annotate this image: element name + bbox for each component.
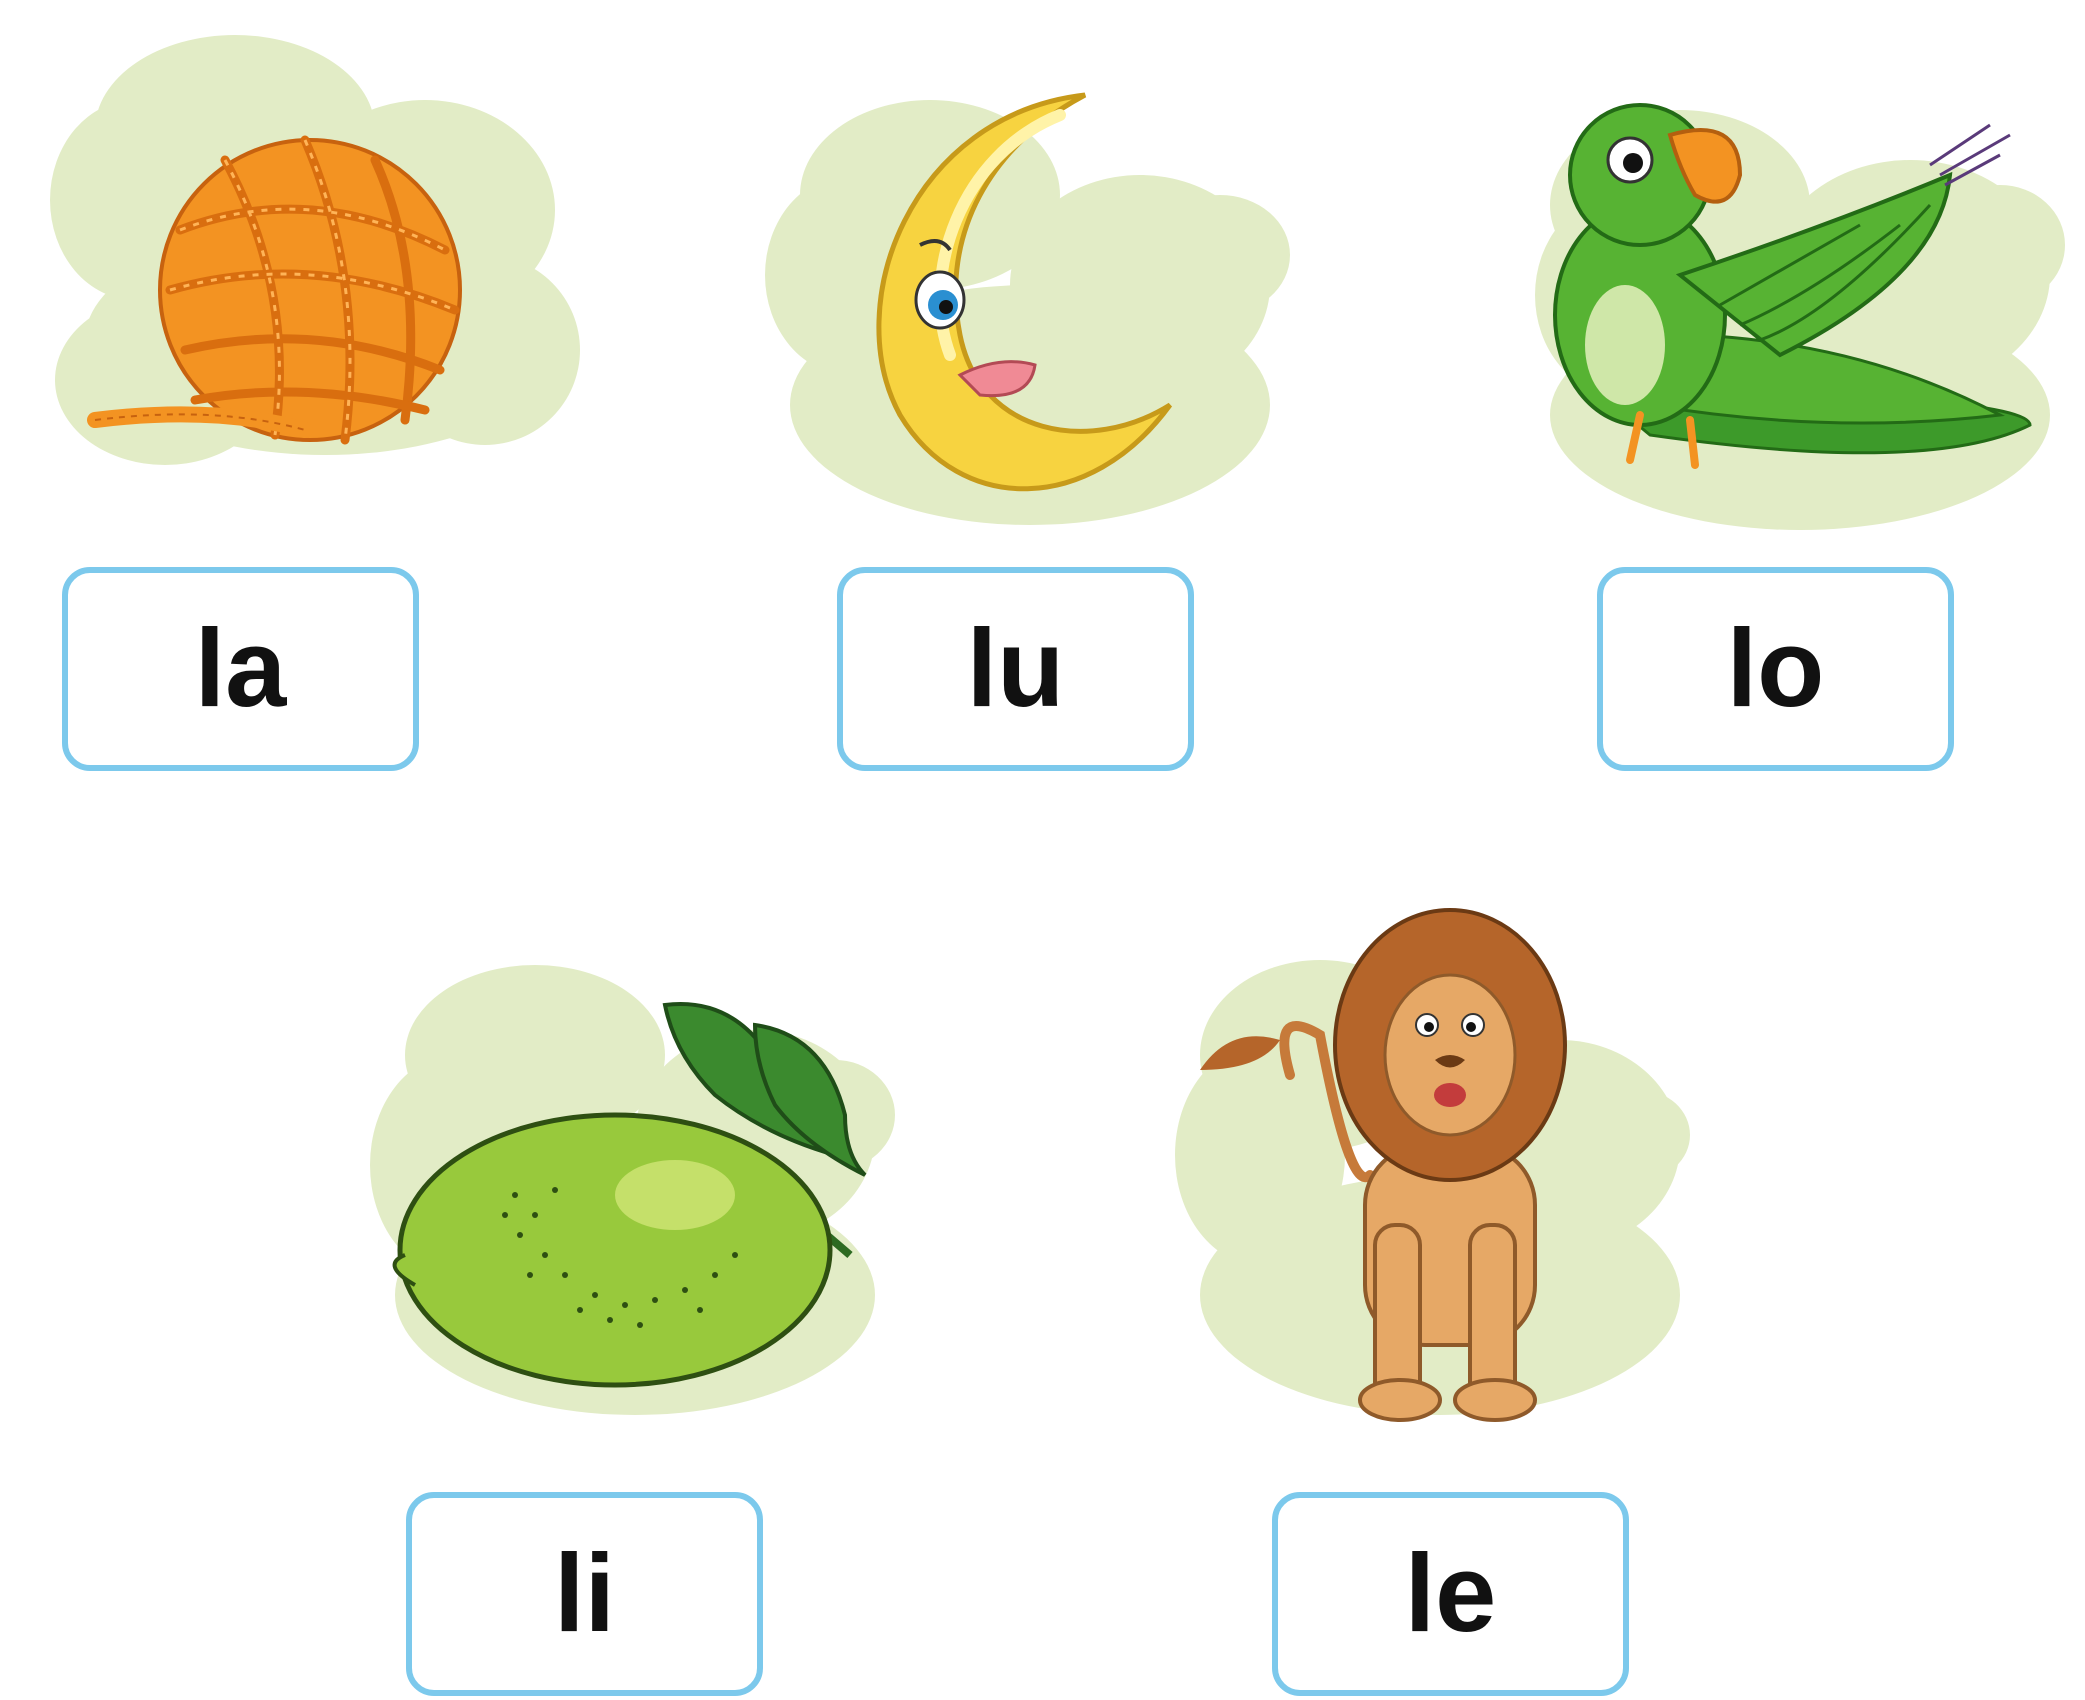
syllable-card-lo[interactable]: lo xyxy=(1597,567,1954,771)
syllable-label: li xyxy=(553,1532,616,1655)
syllable-card-lu[interactable]: lu xyxy=(837,567,1194,771)
parrot-icon xyxy=(1535,103,2065,530)
syllable-card-li[interactable]: li xyxy=(406,1492,763,1696)
syllable-card-le[interactable]: le xyxy=(1272,1492,1629,1696)
lion-picture xyxy=(1170,895,1710,1430)
crescent-moon-picture xyxy=(760,75,1300,545)
syllable-card-la[interactable]: la xyxy=(62,567,419,771)
syllable-label: la xyxy=(194,607,287,730)
yarn-ball-picture xyxy=(45,20,585,490)
parrot-picture xyxy=(1530,75,2070,545)
syllable-label: le xyxy=(1404,1532,1497,1655)
syllable-label: lu xyxy=(966,607,1065,730)
crescent-moon-icon xyxy=(765,92,1290,525)
lime-picture xyxy=(365,965,905,1445)
yarn-ball-icon xyxy=(50,35,580,465)
lion-icon xyxy=(1175,908,1690,1422)
syllable-label: lo xyxy=(1726,607,1825,730)
lime-icon xyxy=(370,965,895,1415)
